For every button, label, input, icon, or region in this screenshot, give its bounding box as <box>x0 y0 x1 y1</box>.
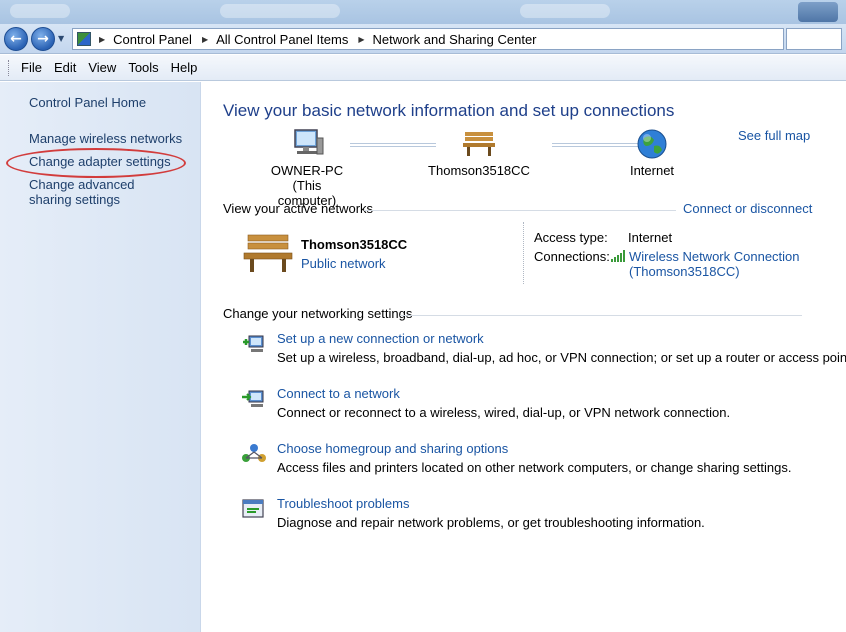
homegroup-desc: Access files and printers located on oth… <box>277 460 792 475</box>
network-name: Thomson3518CC <box>301 237 408 252</box>
blurred-tab <box>220 4 340 18</box>
breadcrumb-separator-icon[interactable]: ▶ <box>358 35 364 44</box>
blurred-tab <box>520 4 610 18</box>
setup-connection-desc: Set up a wireless, broadband, dial-up, a… <box>277 350 846 365</box>
breadcrumb-separator-icon[interactable]: ▶ <box>99 35 105 44</box>
window-controls[interactable] <box>798 2 838 22</box>
navigation-bar: ← → ▼ ▶ Control Panel ▶ All Control Pane… <box>0 24 846 54</box>
network-type-link[interactable]: Public network <box>301 256 386 271</box>
breadcrumb-network-sharing[interactable]: Network and Sharing Center <box>372 32 536 47</box>
connect-or-disconnect-link[interactable]: Connect or disconnect <box>683 201 812 216</box>
connections-label: Connections: <box>534 249 610 264</box>
window-title-bar <box>0 0 846 24</box>
breadcrumb-control-panel[interactable]: Control Panel <box>113 32 192 47</box>
wireless-connection-link[interactable]: Wireless Network Connection <box>629 249 800 264</box>
troubleshoot-desc: Diagnose and repair network problems, or… <box>277 515 705 530</box>
homegroup-link[interactable]: Choose homegroup and sharing options <box>277 441 508 456</box>
back-arrow-icon[interactable]: ← <box>4 27 28 51</box>
see-full-map-link[interactable]: See full map <box>738 128 810 143</box>
main-content: View your basic network information and … <box>202 82 846 632</box>
troubleshoot-icon <box>242 499 264 518</box>
breadcrumb-all-items[interactable]: All Control Panel Items <box>216 32 348 47</box>
bench-icon <box>463 132 495 156</box>
recent-pages-dropdown-icon[interactable]: ▼ <box>58 34 64 43</box>
connect-network-desc: Connect or reconnect to a wireless, wire… <box>277 405 731 420</box>
access-type-value: Internet <box>628 230 673 245</box>
setup-connection-link[interactable]: Set up a new connection or network <box>277 331 484 346</box>
menu-view[interactable]: View <box>82 60 122 75</box>
troubleshoot-link[interactable]: Troubleshoot problems <box>277 496 409 511</box>
forward-arrow-icon[interactable]: → <box>31 27 55 51</box>
internet-label: Internet <box>629 163 675 178</box>
networking-settings-label: Change your networking settings <box>223 306 413 321</box>
homegroup-icon <box>242 444 266 462</box>
map-internet[interactable]: Internet <box>616 128 688 178</box>
section-divider <box>364 210 676 211</box>
menu-tools[interactable]: Tools <box>122 60 164 75</box>
menu-bar: File Edit View Tools Help <box>0 55 846 81</box>
breadcrumb: ▶ Control Panel ▶ All Control Panel Item… <box>99 32 547 47</box>
access-type-label: Access type: <box>534 230 608 245</box>
menu-grip <box>8 59 11 76</box>
menu-edit[interactable]: Edit <box>48 60 82 75</box>
computer-icon <box>294 129 324 155</box>
manage-wireless-networks-link[interactable]: Manage wireless networks <box>29 131 182 146</box>
search-box[interactable] <box>786 28 842 50</box>
control-panel-icon <box>77 32 91 46</box>
network-bench-icon[interactable] <box>242 232 294 274</box>
map-computer: OWNER-PC (This computer) <box>262 128 352 208</box>
new-connection-icon <box>243 335 264 352</box>
menu-help[interactable]: Help <box>165 60 204 75</box>
wireless-connection-ssid-link[interactable]: (Thomson3518CC) <box>629 264 740 279</box>
annotation-circle <box>6 148 186 178</box>
page-title: View your basic network information and … <box>223 101 675 120</box>
vertical-divider <box>523 222 524 284</box>
wifi-signal-icon <box>611 250 625 262</box>
map-router[interactable]: Thomson3518CC <box>424 128 534 178</box>
connect-network-icon <box>242 390 264 407</box>
section-divider <box>400 315 802 316</box>
menu-file[interactable]: File <box>15 60 48 75</box>
connect-network-link[interactable]: Connect to a network <box>277 386 400 401</box>
breadcrumb-separator-icon[interactable]: ▶ <box>202 35 208 44</box>
change-advanced-sharing-link[interactable]: Change advanced sharing settings <box>29 177 179 207</box>
router-name: Thomson3518CC <box>428 163 530 178</box>
blurred-tab <box>10 4 70 18</box>
address-bar[interactable]: ▶ Control Panel ▶ All Control Panel Item… <box>72 28 784 50</box>
left-task-pane: Control Panel Home Manage wireless netwo… <box>0 82 201 632</box>
control-panel-home-link[interactable]: Control Panel Home <box>29 95 146 110</box>
globe-icon <box>637 129 667 159</box>
active-networks-label: View your active networks <box>223 201 374 216</box>
computer-name: OWNER-PC <box>270 163 344 178</box>
